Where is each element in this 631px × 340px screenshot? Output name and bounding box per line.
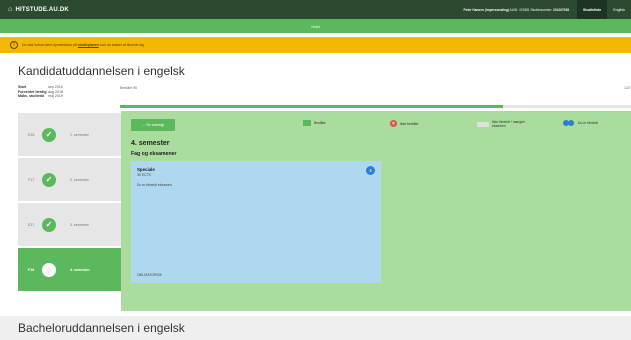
current-semester-icon: [42, 262, 56, 277]
registered-toggle-icon: [563, 120, 575, 126]
check-icon: ✓: [42, 217, 56, 232]
student-number-label: Studienummer:: [530, 7, 553, 12]
meta-value: maj 2019: [48, 94, 63, 98]
legend-failed: × Ikke bestået: [390, 120, 418, 127]
semester-panel: ← Se oversigt Bestået × Ikke bestået Ikk…: [121, 111, 631, 311]
back-to-overview-button[interactable]: ← Se oversigt: [131, 119, 175, 131]
course-card[interactable]: Speciale 30 ECTS Du er tilmeldt eksamen.…: [131, 161, 381, 283]
ects-progress-fill: [120, 105, 504, 108]
semester-label: 1. semester: [70, 132, 89, 137]
brand-logo[interactable]: ⌂ HITSTUDE.AU.DK: [0, 6, 69, 13]
warning-text: Du skal fortsat være opmærksom på studie…: [22, 43, 144, 47]
user-auid: AUID: 474581: [509, 7, 530, 12]
semester-code: F17: [28, 177, 35, 182]
program-meta: Start sep 2016 Forventet færdig aug 2018 M…: [18, 85, 88, 99]
legend-registered: Du er tilmeldt: [563, 120, 598, 126]
course-type: OBLIGATORISK: [137, 273, 162, 277]
semester-code: F18: [28, 267, 35, 272]
info-icon: !: [10, 41, 18, 49]
semester-code: E16: [28, 132, 35, 137]
course-note: Du er tilmeldt eksamen.: [137, 183, 173, 187]
hold-bar[interactable]: Hold: [0, 19, 631, 33]
passed-swatch-icon: [303, 120, 311, 126]
legend-not-registered: Ikke tilmeldt / mangler eksamen: [477, 120, 536, 128]
semester-label: 3. semester: [70, 222, 89, 227]
warning-link[interactable]: studieplanen: [78, 43, 99, 47]
page-title: Kandidatuddannelsen i engelsk: [18, 64, 185, 78]
legend-label: Bestået: [314, 121, 326, 125]
legend-passed: Bestået: [303, 120, 326, 126]
semester-code: E17: [28, 222, 35, 227]
legend-label: Du er tilmeldt: [578, 121, 598, 125]
semester-title: 4. semester: [131, 140, 170, 147]
semester-label: 4. semester: [70, 267, 90, 272]
top-navigation-bar: ⌂ HITSTUDE.AU.DK Peter Hansen (impersona…: [0, 0, 631, 19]
warning-banner: ! Du skal fortsat være opmærksom på stud…: [0, 37, 631, 53]
semester-sidebar: E16 ✓ 1. semester F17 ✓ 2. semester E17 …: [18, 111, 121, 311]
brand-name: HITSTUDE.AU.DK: [15, 6, 69, 13]
user-name: Peter Hansen (impersonating): [463, 7, 509, 12]
semester-item-f17[interactable]: F17 ✓ 2. semester: [18, 158, 121, 201]
semester-item-e16[interactable]: E16 ✓ 1. semester: [18, 113, 121, 156]
nav-link-studieliste[interactable]: Studieliste: [577, 0, 608, 19]
legend-label: Ikke bestået: [400, 121, 419, 126]
ects-progress-bar: [120, 105, 631, 108]
course-title: Speciale: [137, 167, 155, 172]
course-badge[interactable]: 4: [366, 166, 375, 175]
progress-label: Bestået 90: [120, 86, 138, 90]
semester-label: 2. semester: [70, 177, 89, 182]
semester-item-e17[interactable]: E17 ✓ 3. semester: [18, 203, 121, 246]
section-title: Fag og eksamener: [131, 151, 177, 157]
nav-link-english[interactable]: English: [607, 0, 631, 19]
semester-item-f18[interactable]: F18 4. semester: [18, 248, 121, 291]
au-logo-icon: ⌂: [8, 6, 13, 13]
progress-max: 120: [624, 86, 630, 90]
legend-label: Ikke tilmeldt / mangler eksamen: [492, 120, 525, 128]
bachelor-section-header[interactable]: Bacheloruddannelsen i engelsk: [0, 316, 631, 340]
check-icon: ✓: [42, 127, 56, 142]
check-icon: ✓: [42, 172, 56, 187]
meta-key: Maks. studietid: [18, 94, 44, 98]
bachelor-title: Bacheloruddannelsen i engelsk: [18, 321, 185, 335]
failed-x-icon: ×: [390, 120, 397, 127]
course-ects: 30 ECTS: [137, 173, 151, 177]
user-info: Peter Hansen (impersonating) AUID: 47458…: [464, 8, 577, 12]
hold-bar-label: Hold: [311, 23, 320, 29]
not-registered-swatch-icon: [477, 121, 489, 127]
student-number: 201207928: [553, 7, 570, 12]
